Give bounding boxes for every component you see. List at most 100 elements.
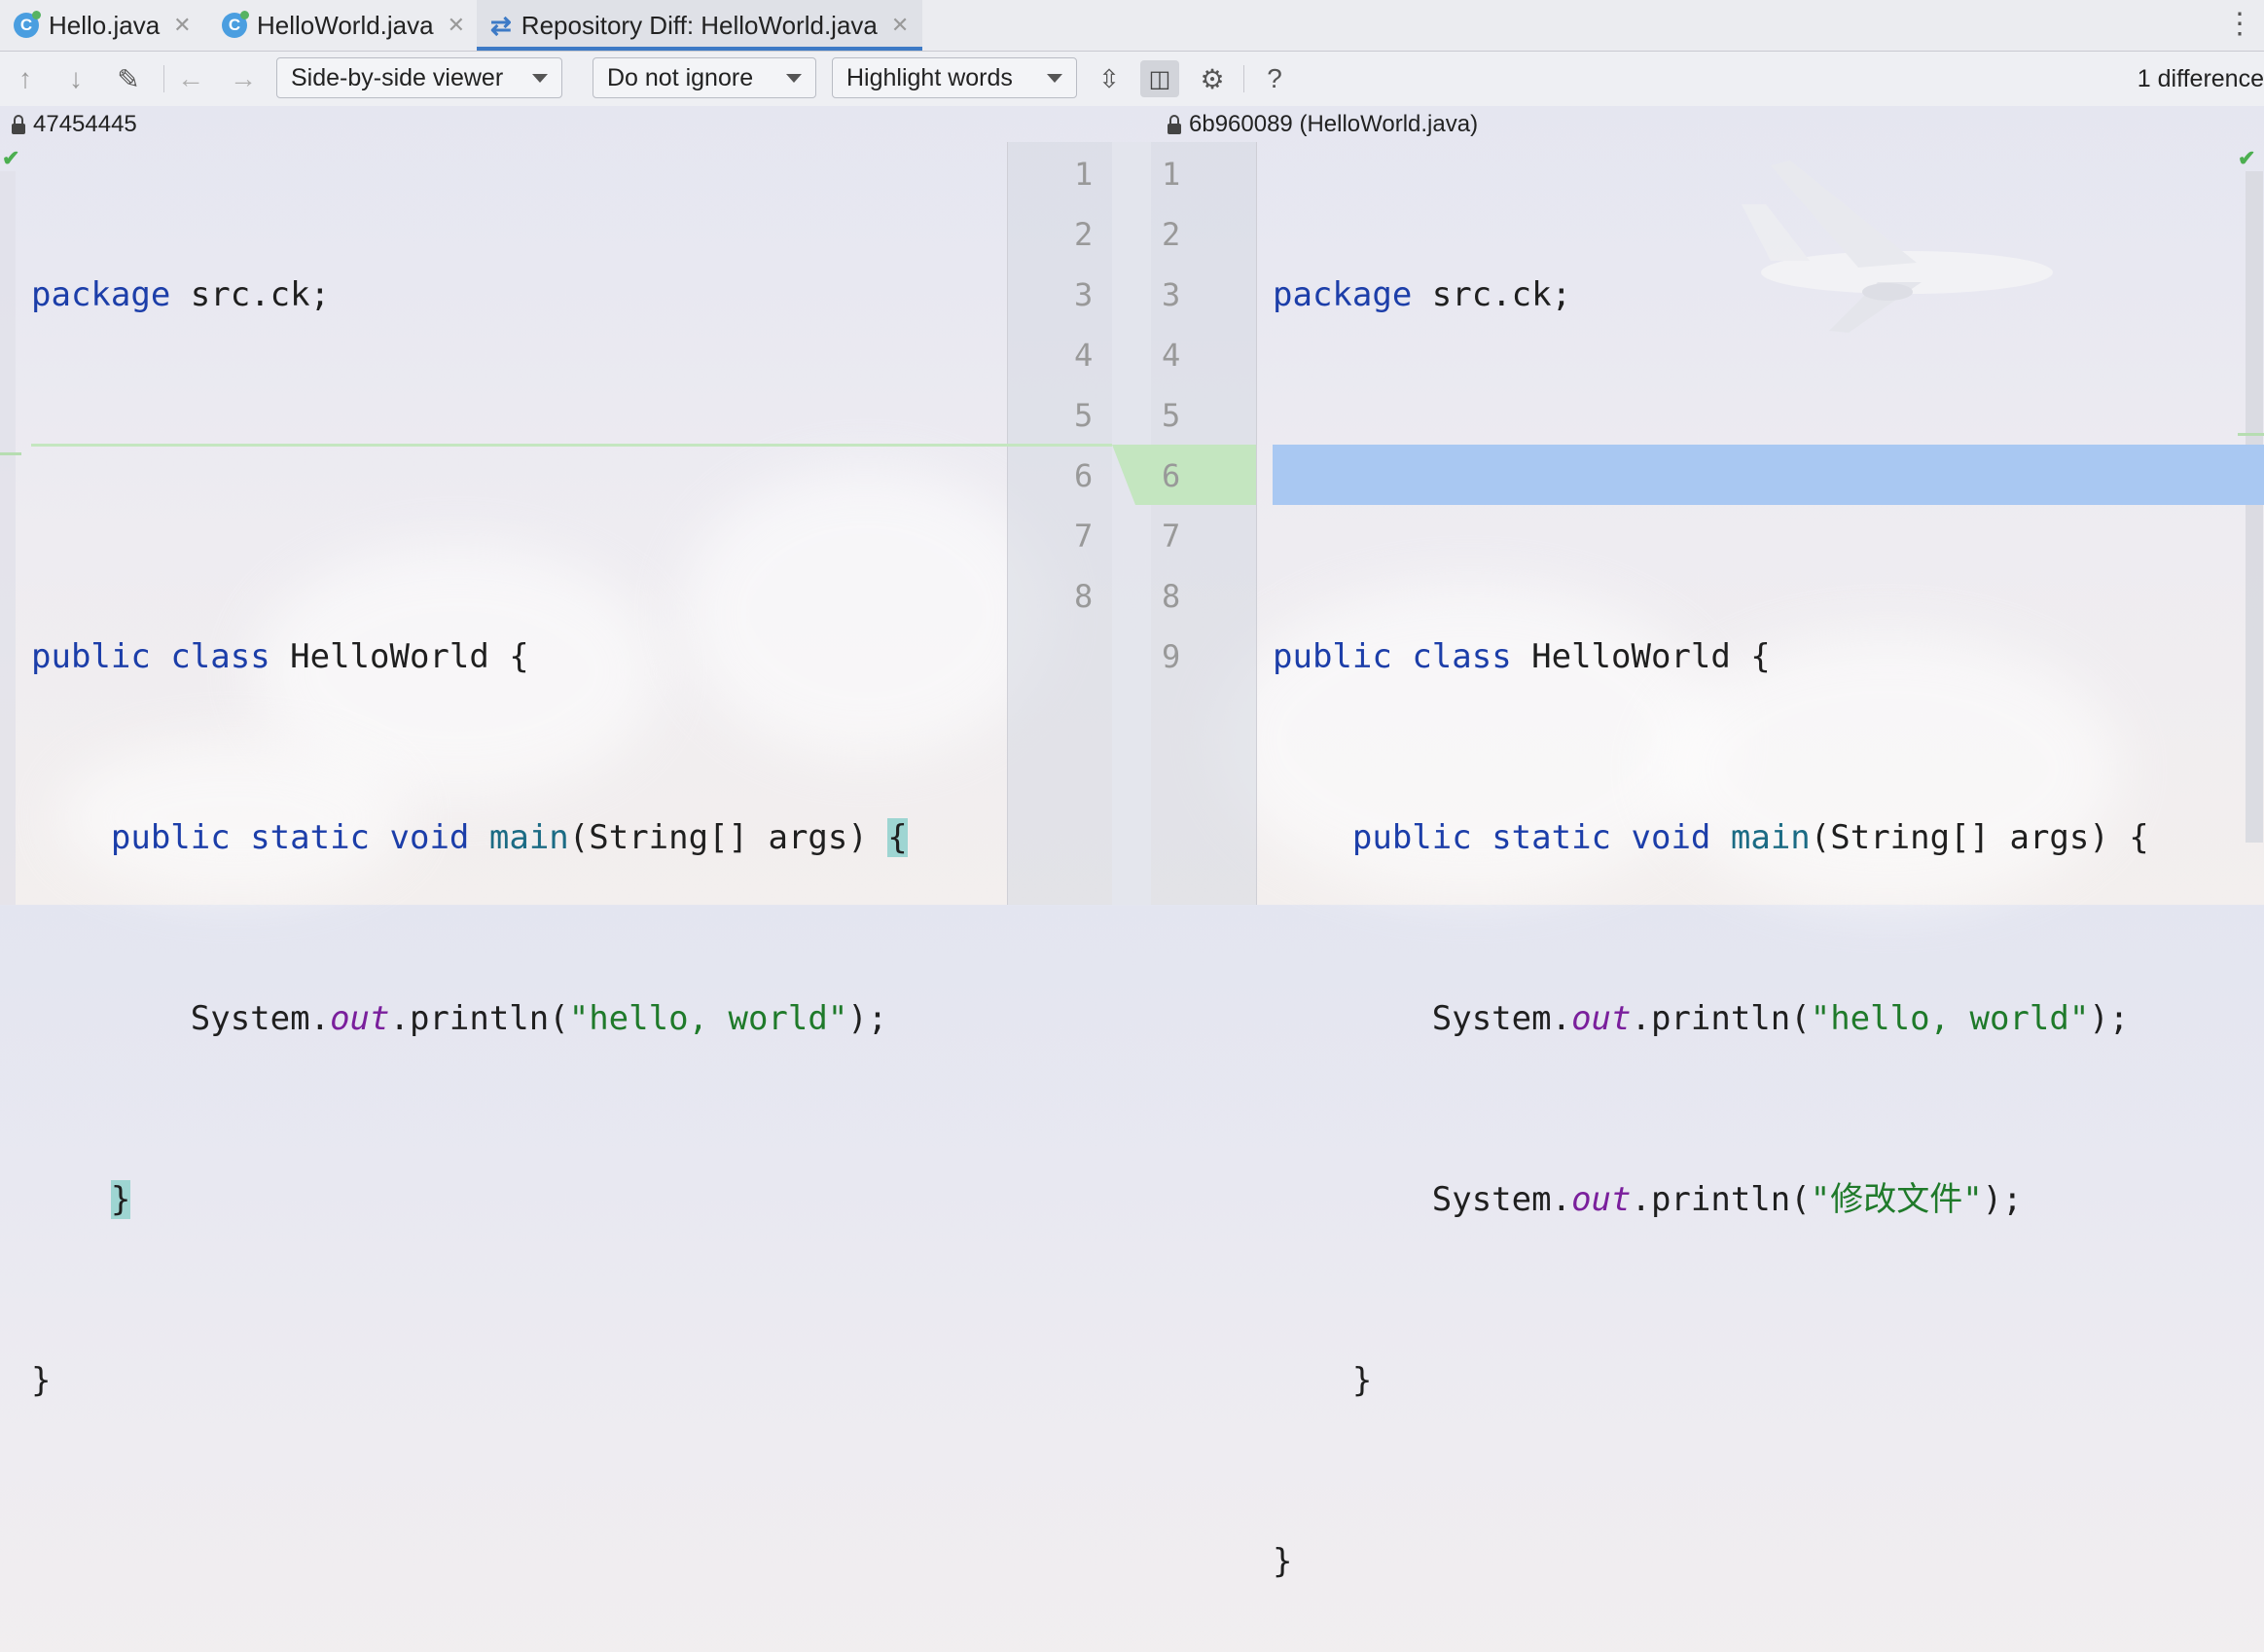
- code-text: (String[] args): [1810, 818, 2130, 857]
- code-text: (String[] args): [568, 818, 888, 857]
- close-icon[interactable]: ✕: [891, 13, 909, 38]
- line-number: 6: [1162, 457, 1181, 494]
- highlight-mode-select[interactable]: Highlight words: [832, 57, 1077, 98]
- ignore-whitespace-select[interactable]: Do not ignore: [593, 57, 816, 98]
- airplane-engine: [1862, 283, 1913, 301]
- close-icon[interactable]: ✕: [448, 13, 465, 38]
- line-number: 7: [1074, 518, 1094, 555]
- airplane-tail: [1742, 204, 1810, 261]
- back-arrow-icon[interactable]: ←: [173, 60, 208, 97]
- tab-label: Repository Diff: HelloWorld.java: [521, 10, 878, 40]
- code-text: }: [31, 1361, 52, 1400]
- keyword: static: [250, 818, 371, 857]
- left-code-editor[interactable]: package src.ck; public class HelloWorld …: [31, 144, 908, 1471]
- lock-icon: [12, 114, 25, 134]
- ignore-whitespace-value: Do not ignore: [607, 63, 754, 91]
- edit-source-icon[interactable]: ✎: [109, 60, 148, 97]
- static-field: out: [330, 999, 390, 1038]
- help-icon[interactable]: ?: [1259, 60, 1290, 97]
- code-text: }: [1273, 1542, 1293, 1581]
- settings-gear-icon[interactable]: ⚙: [1195, 60, 1230, 97]
- editor-tab-bar: C Hello.java ✕ C HelloWorld.java ✕ ⇄ Rep…: [0, 0, 2264, 52]
- code-line: public static void main(String[] args) {: [1273, 808, 2149, 868]
- code-text: src.ck;: [170, 275, 331, 314]
- keyword: class: [170, 637, 270, 676]
- left-editor-margin: [0, 171, 16, 905]
- collapse-unchanged-icon[interactable]: ⇳: [1094, 60, 1125, 97]
- close-icon[interactable]: ✕: [173, 13, 191, 38]
- toolbar-separator: [163, 65, 164, 92]
- keyword: void: [389, 818, 470, 857]
- line-number: 1: [1074, 156, 1094, 193]
- static-field: out: [1571, 999, 1632, 1038]
- code-line: }: [31, 1350, 908, 1411]
- string-literal: "hello, world": [568, 999, 848, 1038]
- line-number: 8: [1074, 578, 1094, 615]
- sync-scroll-toggle-icon[interactable]: ◫: [1140, 60, 1179, 97]
- line-number: 3: [1074, 276, 1094, 313]
- more-options-icon[interactable]: ⋮: [2225, 8, 2254, 41]
- method-name: main: [488, 818, 569, 857]
- line-number: 4: [1162, 337, 1181, 374]
- line-number: 2: [1162, 216, 1181, 253]
- code-text: );: [1982, 1180, 2023, 1219]
- code-line: }: [1273, 1531, 2149, 1592]
- keyword: public: [31, 637, 151, 676]
- line-number: 9: [1162, 638, 1181, 675]
- line-number: 8: [1162, 578, 1181, 615]
- code-text: src.ck;: [1412, 275, 1572, 314]
- java-class-icon: C: [14, 11, 41, 38]
- code-text: .println(: [389, 999, 569, 1038]
- airplane-background-image: [1742, 161, 2053, 333]
- tab-label: Hello.java: [49, 10, 161, 40]
- right-scrollbar[interactable]: [2246, 171, 2263, 843]
- line-number: 5: [1074, 397, 1094, 434]
- tab-label: HelloWorld.java: [257, 10, 434, 40]
- right-code-editor[interactable]: package src.ck; public class HelloWorld …: [1273, 144, 2149, 1652]
- tab-hello-java[interactable]: C Hello.java ✕: [14, 0, 192, 51]
- viewer-mode-select[interactable]: Side-by-side viewer: [276, 57, 562, 98]
- left-gutter-divider: [1007, 142, 1008, 905]
- viewer-mode-value: Side-by-side viewer: [291, 63, 504, 91]
- left-revision-label: 47454445: [33, 111, 137, 137]
- code-text: System.: [190, 999, 331, 1038]
- keyword: void: [1631, 818, 1711, 857]
- code-line: public class HelloWorld {: [31, 627, 908, 687]
- right-line-numbers: 1 2 3 4 5 6 7 8 9: [1162, 144, 1180, 687]
- keyword: package: [1273, 275, 1413, 314]
- code-text: HelloWorld {: [270, 637, 529, 676]
- code-line: public class HelloWorld {: [1273, 627, 2149, 687]
- string-literal: "修改文件": [1810, 1180, 1983, 1219]
- previous-difference-icon[interactable]: ↑: [10, 60, 41, 97]
- keyword: static: [1491, 818, 1612, 857]
- keyword: public: [1351, 818, 1472, 857]
- line-number: 3: [1162, 276, 1181, 313]
- keyword: public: [110, 818, 231, 857]
- code-line: public static void main(String[] args) {: [31, 808, 908, 868]
- code-text: );: [2089, 999, 2130, 1038]
- line-number: 6: [1074, 457, 1094, 494]
- chevron-down-icon: [786, 73, 802, 83]
- code-line: }: [31, 1169, 908, 1230]
- code-text: }: [1351, 1361, 1373, 1400]
- right-revision-label: 6b960089 (HelloWorld.java): [1189, 111, 1479, 137]
- lock-icon: [1168, 114, 1181, 134]
- code-line: System.out.println("hello, world");: [31, 988, 908, 1049]
- line-number: 4: [1074, 337, 1094, 374]
- forward-arrow-icon[interactable]: →: [226, 60, 261, 97]
- keyword: package: [31, 275, 171, 314]
- center-divider: [1112, 142, 1151, 905]
- code-text: );: [847, 999, 888, 1038]
- keyword: public: [1273, 637, 1392, 676]
- method-name: main: [1730, 818, 1811, 857]
- tab-repository-diff[interactable]: ⇄ Repository Diff: HelloWorld.java ✕: [477, 0, 923, 51]
- chevron-down-icon: [532, 73, 548, 83]
- toolbar-separator: [1243, 65, 1244, 92]
- line-number: 2: [1074, 216, 1094, 253]
- tab-helloworld-java[interactable]: C HelloWorld.java ✕: [222, 0, 465, 51]
- line-number: 1: [1162, 156, 1181, 193]
- next-difference-icon[interactable]: ↓: [60, 60, 91, 97]
- matched-brace: }: [110, 1180, 131, 1219]
